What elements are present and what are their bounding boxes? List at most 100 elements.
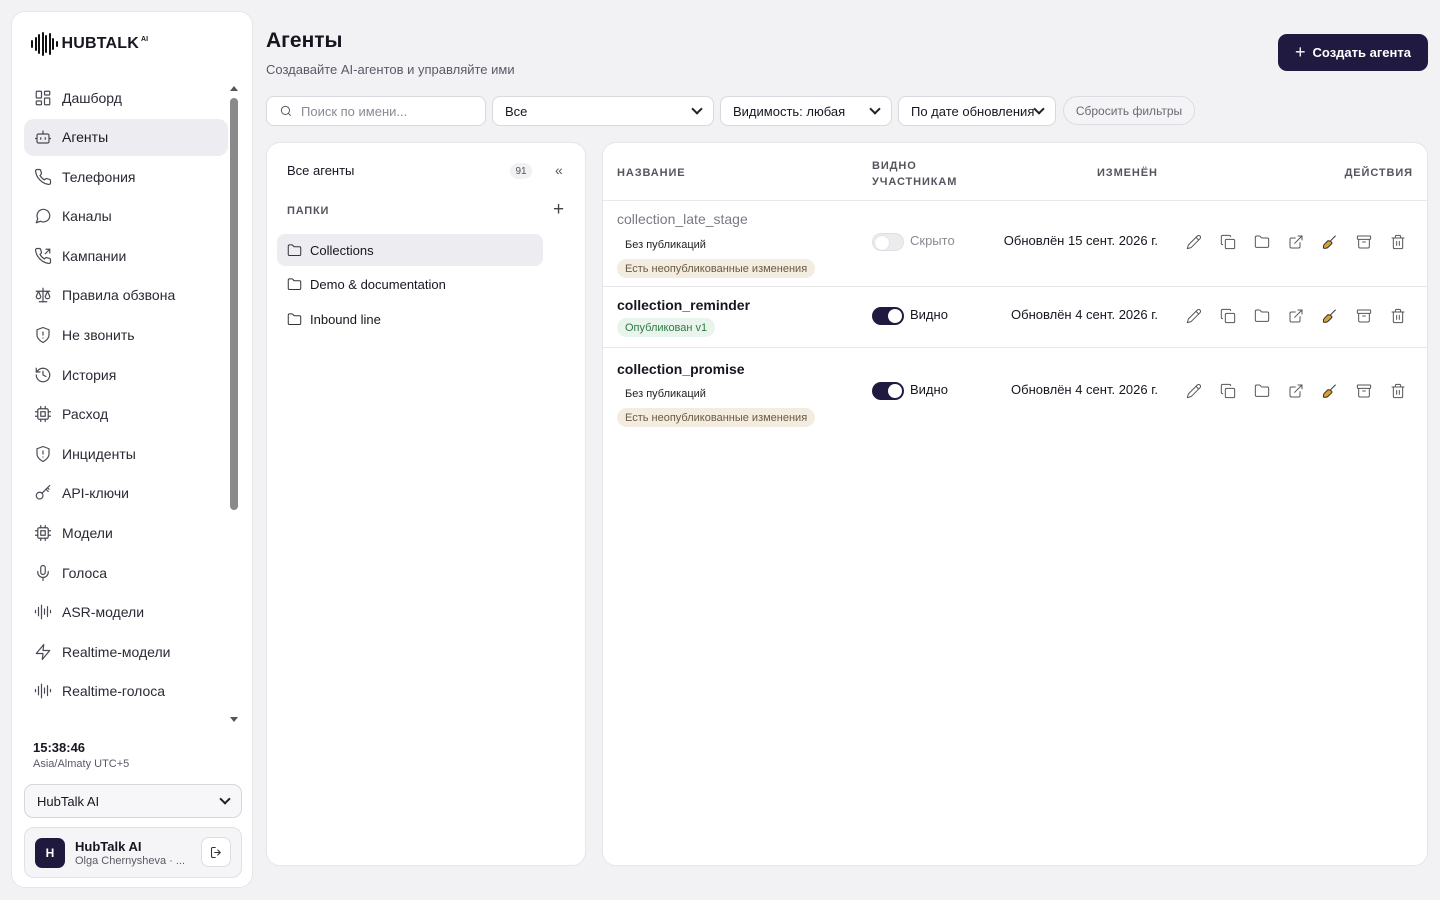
folder-button[interactable] — [1253, 233, 1271, 251]
sidebar-item-5[interactable]: Правила обзвона — [24, 277, 228, 314]
workspace-select[interactable]: HubTalk AI — [24, 784, 242, 818]
sidebar-item-13[interactable]: ASR-модели — [24, 594, 228, 631]
external-link-button[interactable] — [1287, 307, 1305, 325]
logout-button[interactable] — [201, 837, 231, 867]
visibility-toggle[interactable] — [872, 382, 904, 400]
sidebar-item-9[interactable]: Инциденты — [24, 435, 228, 472]
trash-button[interactable] — [1389, 307, 1407, 325]
sidebar-item-6[interactable]: Не звонить — [24, 317, 228, 354]
copy-button[interactable] — [1219, 307, 1237, 325]
sidebar-item-label: История — [62, 366, 117, 383]
folder-button[interactable] — [1253, 382, 1271, 400]
avatar: H — [35, 837, 65, 868]
external-link-button[interactable] — [1287, 233, 1305, 251]
broom-button[interactable] — [1321, 307, 1339, 325]
sidebar-item-label: Голоса — [62, 564, 108, 581]
scrollbar-thumb[interactable] — [230, 98, 238, 510]
archive-button[interactable] — [1355, 307, 1373, 325]
shield-alert-icon — [36, 445, 50, 462]
visibility-filter-select[interactable]: Видимость: любая — [720, 96, 892, 126]
table-row[interactable]: collection_reminder Опубликован v1 Видно Об… — [603, 287, 1427, 348]
copy-button[interactable] — [1219, 382, 1237, 400]
all-agents-count: 91 — [510, 163, 532, 179]
edit-icon — [1186, 309, 1201, 324]
lightning-icon-wrap — [34, 643, 52, 661]
trash-button[interactable] — [1389, 233, 1407, 251]
archive-icon — [1356, 235, 1372, 249]
sidebar-item-0[interactable]: Дашборд — [24, 79, 228, 116]
table-row[interactable]: collection_late_stage Без публикаций Есть … — [603, 201, 1427, 287]
sidebar-item-10[interactable]: API-ключи — [24, 475, 228, 512]
chevron-down-icon — [219, 793, 231, 805]
copy-icon — [1220, 308, 1236, 324]
edit-button[interactable] — [1185, 382, 1203, 400]
updated-date: Обновлён 4 сент. 2026 г. — [1011, 382, 1158, 397]
agent-name[interactable]: collection_promise — [617, 361, 745, 377]
folder-item-1[interactable]: Demo & documentation — [277, 269, 543, 301]
archive-button[interactable] — [1355, 233, 1373, 251]
sidebar-item-3[interactable]: Каналы — [24, 198, 228, 235]
copy-icon — [1220, 234, 1236, 250]
folder-button[interactable] — [1253, 307, 1271, 325]
sidebar-item-15[interactable]: Realtime-голоса — [24, 673, 228, 710]
scroll-down-arrow-icon[interactable] — [230, 717, 238, 722]
add-folder-button[interactable]: + — [553, 199, 564, 221]
edit-button[interactable] — [1185, 233, 1203, 251]
folders-section-label: ПАПКИ — [287, 205, 330, 217]
sidebar-item-1[interactable]: Агенты — [24, 118, 228, 156]
external-link-button[interactable] — [1287, 382, 1305, 400]
all-agents-link[interactable]: Все агенты — [287, 163, 354, 178]
logout-icon — [210, 846, 221, 858]
visibility-toggle[interactable] — [872, 233, 904, 251]
lightning-icon — [35, 643, 51, 660]
edit-button[interactable] — [1185, 307, 1203, 325]
trash-button[interactable] — [1389, 382, 1407, 400]
folder-icon — [1254, 309, 1270, 322]
sidebar-item-4[interactable]: Кампании — [24, 237, 228, 274]
status-filter-select[interactable]: Все — [492, 96, 714, 126]
sidebar-scrollbar[interactable] — [229, 86, 239, 722]
collapse-panel-icon[interactable]: « — [555, 162, 563, 178]
column-header-visible-line2: УЧАСТНИКАМ — [872, 176, 958, 188]
visibility-label: Видно — [910, 382, 948, 397]
brand-logo[interactable]: HUBTALK AI — [31, 32, 148, 56]
sidebar-item-11[interactable]: Модели — [24, 515, 228, 552]
clock-timezone: Asia/Almaty UTC+5 — [33, 758, 130, 770]
reset-filters-button[interactable]: Сбросить фильтры — [1063, 96, 1195, 125]
visibility-toggle[interactable] — [872, 307, 904, 325]
phone-icon-wrap — [34, 168, 52, 186]
folder-item-2[interactable]: Inbound line — [277, 303, 543, 335]
copy-button[interactable] — [1219, 233, 1237, 251]
agent-name[interactable]: collection_late_stage — [617, 211, 748, 227]
toggle-knob — [888, 384, 902, 398]
sidebar-item-8[interactable]: Расход — [24, 396, 228, 433]
agents-table: НАЗВАНИЕ ВИДНО УЧАСТНИКАМ ИЗМЕНЁН ДЕЙСТВ… — [602, 142, 1428, 866]
phone-outgoing-icon — [34, 247, 52, 264]
status-badge: Без публикаций — [625, 387, 706, 400]
sort-select[interactable]: По дате обновления — [898, 96, 1056, 126]
folder-item-0[interactable]: Collections — [277, 234, 543, 266]
external-link-icon — [1289, 235, 1303, 249]
create-agent-label: Создать агента — [1312, 45, 1411, 60]
clock: 15:38:46 Asia/Almaty UTC+5 — [33, 740, 129, 770]
sidebar-item-12[interactable]: Голоса — [24, 554, 228, 591]
chevron-down-icon — [691, 103, 703, 115]
table-row[interactable]: collection_promise Без публикаций Есть нео… — [603, 348, 1427, 439]
search-input[interactable]: Поиск по имени... — [266, 96, 486, 126]
create-agent-button[interactable]: + Создать агента — [1278, 34, 1428, 71]
agent-name[interactable]: collection_reminder — [617, 297, 750, 313]
archive-button[interactable] — [1355, 382, 1373, 400]
folder-list: Collections Demo & documentation Inbound l… — [277, 234, 543, 338]
row-actions — [1185, 233, 1407, 251]
shield-alert-icon — [36, 326, 50, 344]
history-icon-wrap — [34, 366, 52, 384]
sidebar-item-7[interactable]: История — [24, 356, 228, 393]
sidebar-item-2[interactable]: Телефония — [24, 158, 228, 195]
dashboard-icon — [35, 90, 51, 105]
sidebar: HUBTALK AI Дашборд Агенты Телефония Каналы К… — [11, 11, 253, 888]
broom-button[interactable] — [1321, 233, 1339, 251]
broom-button[interactable] — [1321, 382, 1339, 400]
sidebar-item-14[interactable]: Realtime-модели — [24, 633, 228, 670]
scroll-up-arrow-icon[interactable] — [230, 86, 238, 91]
waveform-icon — [31, 32, 58, 56]
